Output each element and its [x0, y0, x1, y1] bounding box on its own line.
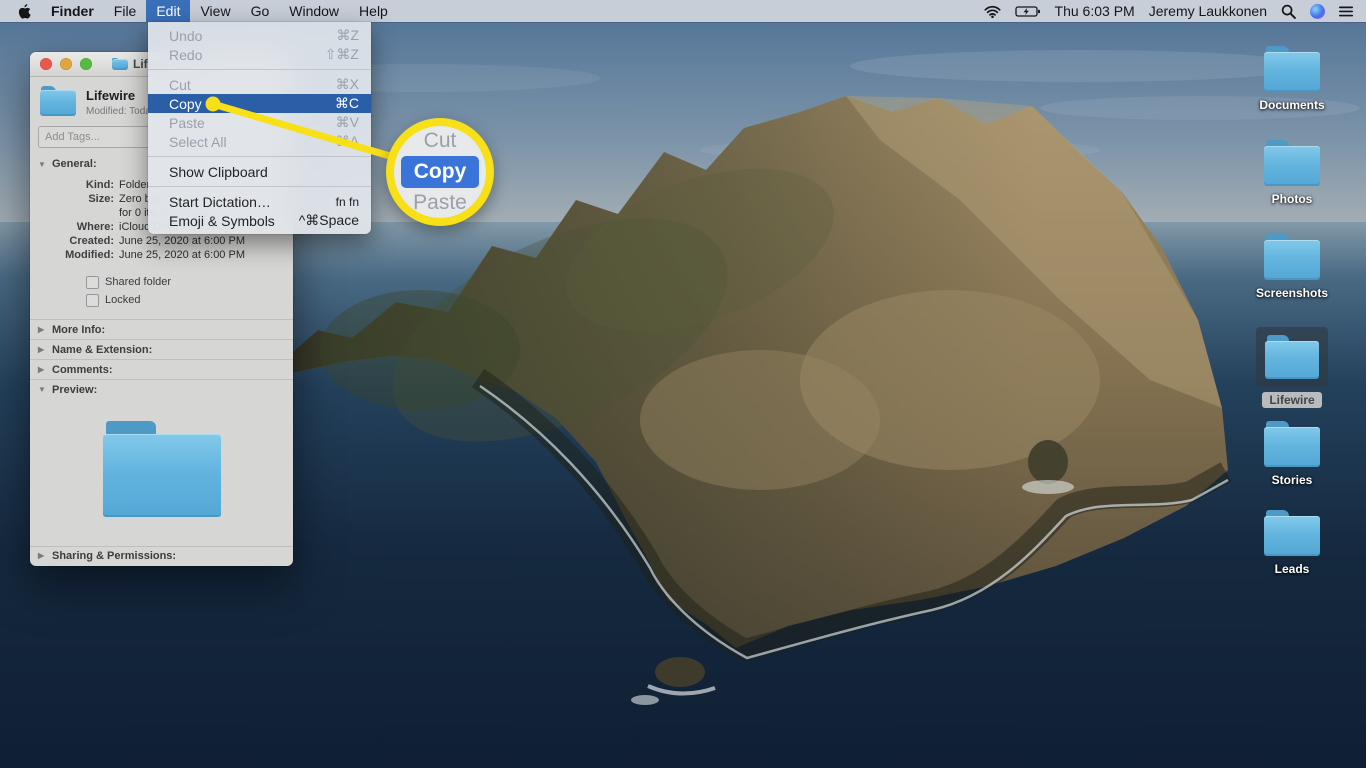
menubar-item-file[interactable]: File — [104, 0, 147, 22]
folder-icon — [112, 58, 128, 71]
icon-selection-box — [1256, 327, 1328, 387]
folder-icon — [1264, 140, 1320, 186]
disclosure-triangle-icon[interactable]: ▶ — [38, 365, 46, 374]
traffic-lights — [30, 58, 92, 70]
menu-item-emoji-symbols[interactable]: Emoji & Symbols^⌘Space — [148, 211, 371, 230]
menubar-item-finder[interactable]: Finder — [41, 0, 104, 22]
icon-label: Lifewire — [1262, 392, 1321, 408]
item-modified: Modified: Today — [86, 106, 156, 117]
icon-label: Leads — [1275, 562, 1310, 576]
menubar-item-edit[interactable]: Edit — [146, 0, 190, 22]
menubar: Finder File Edit View Go Window Help — [0, 0, 1366, 22]
notification-center-icon[interactable] — [1339, 6, 1354, 17]
icon-label: Stories — [1272, 473, 1313, 487]
disclosure-triangle-icon[interactable]: ▶ — [38, 345, 46, 354]
callout-copy-label: Copy — [401, 156, 480, 188]
folder-icon — [1264, 510, 1320, 556]
section-more-info[interactable]: ▶ More Info: — [30, 319, 293, 339]
menu-item-undo[interactable]: Undo⌘Z — [148, 26, 371, 45]
checkbox-icon[interactable] — [86, 276, 99, 289]
menu-item-select-all[interactable]: Select All⌘A — [148, 132, 371, 151]
checkbox-icon[interactable] — [86, 294, 99, 307]
disclosure-triangle-icon[interactable]: ▶ — [38, 551, 46, 560]
desktop-icon-photos[interactable]: Photos — [1252, 140, 1332, 206]
search-icon[interactable] — [1281, 4, 1296, 19]
callout-paste-label: Paste — [413, 188, 467, 218]
section-name-extension[interactable]: ▶ Name & Extension: — [30, 339, 293, 359]
section-sharing-permissions[interactable]: ▶ Sharing & Permissions: — [30, 546, 293, 564]
menubar-status: Thu 6:03 PM Jeremy Laukkonen — [984, 0, 1366, 22]
preview-area — [30, 399, 293, 539]
icon-label: Photos — [1272, 192, 1313, 206]
icon-label: Screenshots — [1256, 286, 1328, 300]
field-created: Created:June 25, 2020 at 6:00 PM — [30, 234, 293, 248]
field-modified: Modified:June 25, 2020 at 6:00 PM — [30, 248, 293, 262]
apple-icon — [18, 4, 31, 19]
menu-separator — [148, 156, 371, 157]
locked-checkbox-row[interactable]: Locked — [30, 292, 293, 308]
menu-item-show-clipboard[interactable]: Show Clipboard — [148, 162, 371, 181]
menu-item-cut[interactable]: Cut⌘X — [148, 75, 371, 94]
battery-charging-icon[interactable] — [1015, 5, 1041, 18]
menubar-item-window[interactable]: Window — [279, 0, 349, 22]
menubar-item-help[interactable]: Help — [349, 0, 398, 22]
menu-item-copy[interactable]: Copy⌘C — [148, 94, 371, 113]
desktop-icon-documents[interactable]: Documents — [1252, 46, 1332, 112]
icon-label: Documents — [1259, 98, 1324, 112]
disclosure-triangle-icon[interactable]: ▶ — [38, 325, 46, 334]
menubar-left: Finder File Edit View Go Window Help — [0, 0, 398, 22]
menu-separator — [148, 186, 371, 187]
user-menu[interactable]: Jeremy Laukkonen — [1149, 3, 1267, 19]
zoom-button[interactable] — [80, 58, 92, 70]
menubar-item-go[interactable]: Go — [241, 0, 280, 22]
folder-icon — [1264, 234, 1320, 280]
menubar-item-view[interactable]: View — [190, 0, 240, 22]
callout-cut-label: Cut — [424, 126, 457, 156]
section-comments[interactable]: ▶ Comments: — [30, 359, 293, 379]
folder-icon — [1264, 421, 1320, 467]
desktop-icon-lifewire[interactable]: Lifewire — [1252, 327, 1332, 408]
callout-magnifier-circle: Cut Copy Paste — [386, 118, 494, 226]
folder-icon — [40, 86, 76, 116]
menu-separator — [148, 69, 371, 70]
siri-icon[interactable] — [1310, 4, 1325, 19]
folder-icon — [1265, 335, 1319, 379]
disclosure-triangle-icon[interactable]: ▼ — [38, 160, 46, 169]
wifi-icon[interactable] — [984, 5, 1001, 18]
section-preview[interactable]: ▼ Preview: — [30, 379, 293, 399]
disclosure-triangle-icon[interactable]: ▼ — [38, 385, 46, 394]
callout-content: Cut Copy Paste — [394, 126, 486, 218]
menu-item-redo[interactable]: Redo⇧⌘Z — [148, 45, 371, 64]
menu-item-start-dictation[interactable]: Start Dictation…fn fn — [148, 192, 371, 211]
menu-item-paste[interactable]: Paste⌘V — [148, 113, 371, 132]
close-button[interactable] — [40, 58, 52, 70]
shared-folder-checkbox-row[interactable]: Shared folder — [30, 274, 293, 290]
folder-preview-icon — [103, 421, 221, 517]
item-name: Lifewire — [86, 88, 156, 103]
apple-menu[interactable] — [6, 0, 41, 22]
folder-icon — [1264, 46, 1320, 92]
desktop-icon-screenshots[interactable]: Screenshots — [1252, 234, 1332, 300]
minimize-button[interactable] — [60, 58, 72, 70]
desktop-icon-stories[interactable]: Stories — [1252, 421, 1332, 487]
desktop: Documents Photos Screenshots Lifewire St… — [0, 0, 1366, 768]
edit-menu-dropdown: Undo⌘Z Redo⇧⌘Z Cut⌘X Copy⌘C Paste⌘V Sele… — [148, 22, 371, 234]
clock[interactable]: Thu 6:03 PM — [1055, 3, 1135, 19]
desktop-icon-leads[interactable]: Leads — [1252, 510, 1332, 576]
